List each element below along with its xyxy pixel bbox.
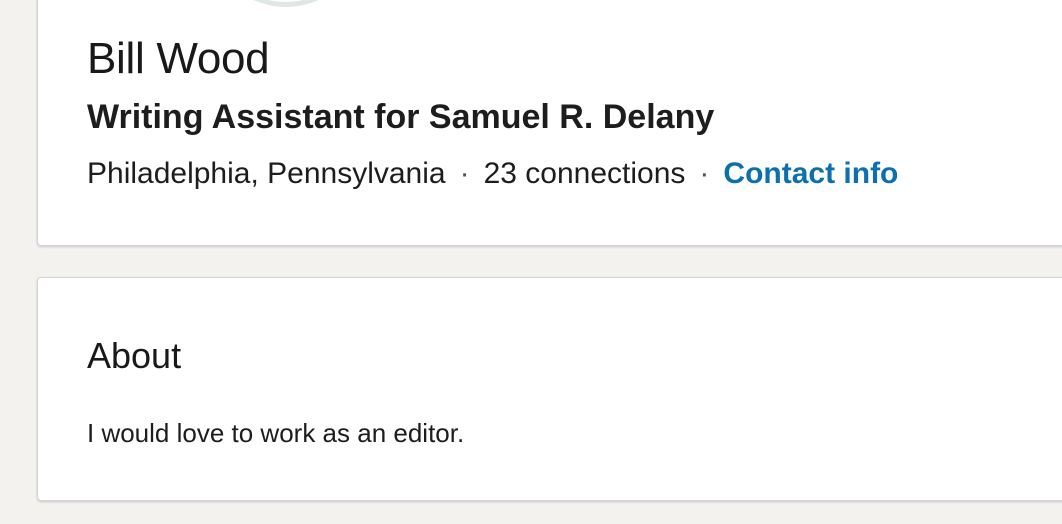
connections-link[interactable]: 23 connections [484, 157, 686, 190]
profile-location: Philadelphia, Pennsylvania [87, 157, 446, 190]
about-card: About I would love to work as an editor. [37, 277, 1062, 501]
profile-page: Bill Wood Writing Assistant for Samuel R… [0, 0, 1062, 524]
about-title: About [87, 335, 182, 376]
contact-info-link[interactable]: Contact info [723, 157, 898, 190]
profile-meta-line: Philadelphia, Pennsylvania · 23 connection… [87, 156, 898, 192]
profile-name: Bill Wood [87, 34, 270, 83]
about-text: I would love to work as an editor. [87, 418, 465, 448]
separator-dot: · [699, 157, 710, 190]
profile-intro-card: Bill Wood Writing Assistant for Samuel R… [37, 0, 1062, 246]
profile-avatar[interactable] [198, 0, 374, 7]
profile-headline: Writing Assistant for Samuel R. Delany [87, 98, 715, 136]
separator-dot: · [459, 157, 470, 190]
